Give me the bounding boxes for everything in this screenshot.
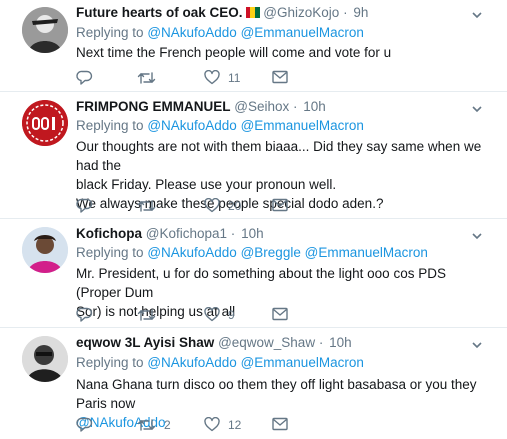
chevron-down-icon[interactable] <box>469 337 485 353</box>
chevron-down-icon[interactable] <box>469 7 485 23</box>
tweet-actions: 9 <box>76 307 356 325</box>
tweet[interactable]: Kofichopa @Kofichopa1 · 10h Replying to … <box>0 219 507 328</box>
retweet-button[interactable] <box>137 307 164 323</box>
display-name[interactable]: Future hearts of oak CEO. <box>76 5 243 20</box>
tweet-actions: 11 <box>76 70 356 88</box>
user-handle[interactable]: @GhizoKojo <box>263 5 339 20</box>
mention-link[interactable]: @EmmanuelMacron <box>241 118 364 133</box>
separator: · <box>343 5 348 20</box>
mention-link[interactable]: @NAkufoAddo <box>147 118 237 133</box>
retweet-count: 2 <box>164 418 171 432</box>
mention-link[interactable]: @EmmanuelMacron <box>305 245 428 260</box>
timestamp[interactable]: 10h <box>241 226 264 241</box>
replying-prefix: Replying to <box>76 245 144 260</box>
like-button[interactable]: 11 <box>204 70 240 85</box>
tweet-header: eqwow 3L Ayisi Shaw @eqwow_Shaw · 10h <box>76 335 352 350</box>
like-button[interactable]: 12 <box>204 417 241 432</box>
tweet[interactable]: FRIMPONG EMMANUEL @Seihox · 10h Replying… <box>0 92 507 219</box>
replying-to: Replying to @NAkufoAddo @EmmanuelMacron <box>76 355 364 370</box>
mention-link[interactable]: @NAkufoAddo <box>147 245 237 260</box>
tweet-header: FRIMPONG EMMANUEL @Seihox · 10h <box>76 99 326 114</box>
separator: · <box>293 99 298 114</box>
envelope-icon <box>272 70 288 84</box>
like-button[interactable]: 20 <box>204 198 241 213</box>
user-handle[interactable]: @Seihox <box>234 99 289 114</box>
direct-message-button[interactable] <box>272 70 288 84</box>
heart-icon <box>204 198 220 213</box>
retweet-button[interactable] <box>137 70 164 86</box>
tweet-text-line: black Friday. Please use your pronoun we… <box>76 177 337 192</box>
user-handle[interactable]: @Kofichopa1 <box>146 226 227 241</box>
tweet-actions: 2 12 <box>76 417 356 435</box>
tweet[interactable]: Future hearts of oak CEO. @GhizoKojo · 9… <box>0 0 507 92</box>
reply-button[interactable] <box>76 198 101 214</box>
tweet-text-line: Next time the French people will come an… <box>76 45 392 60</box>
separator: · <box>318 335 324 350</box>
reply-button[interactable] <box>76 307 101 323</box>
direct-message-button[interactable] <box>272 307 288 321</box>
replying-to: Replying to @NAkufoAddo @EmmanuelMacron <box>76 118 364 133</box>
display-name[interactable]: eqwow 3L Ayisi Shaw <box>76 335 214 350</box>
chevron-down-icon[interactable] <box>469 101 485 117</box>
tweet-text-line: Mr. President, u for do something about … <box>76 266 446 300</box>
like-count: 9 <box>228 307 235 322</box>
display-name[interactable]: Kofichopa <box>76 226 142 241</box>
user-handle[interactable]: @eqwow_Shaw <box>218 335 315 350</box>
reply-icon <box>76 198 93 213</box>
chevron-down-icon[interactable] <box>469 228 485 244</box>
ghana-flag-icon <box>245 6 260 18</box>
envelope-icon <box>272 198 288 212</box>
avatar[interactable] <box>22 100 68 146</box>
reply-button[interactable] <box>76 417 101 433</box>
tweet-text: Next time the French people will come an… <box>76 43 489 62</box>
direct-message-button[interactable] <box>272 417 288 431</box>
timestamp[interactable]: 10h <box>303 99 326 114</box>
replying-prefix: Replying to <box>76 25 144 40</box>
like-count: 20 <box>228 198 242 213</box>
mention-link[interactable]: @NAkufoAddo <box>147 25 237 40</box>
like-count: 12 <box>228 417 242 432</box>
reply-button[interactable] <box>76 70 101 86</box>
retweet-icon <box>137 419 156 431</box>
like-count: 11 <box>228 70 241 85</box>
avatar[interactable] <box>22 227 68 273</box>
avatar[interactable] <box>22 336 68 382</box>
separator: · <box>230 226 236 241</box>
timestamp[interactable]: 10h <box>329 335 352 350</box>
retweet-button[interactable] <box>137 198 164 214</box>
tweet[interactable]: eqwow 3L Ayisi Shaw @eqwow_Shaw · 10h Re… <box>0 328 507 439</box>
tweet-text-line: Nana Ghana turn disco oo them they off l… <box>76 377 477 411</box>
tweet-text-line: Our thoughts are not with them biaaa... … <box>76 139 482 173</box>
retweet-icon <box>137 72 156 84</box>
mention-link[interactable]: @EmmanuelMacron <box>241 355 364 370</box>
tweet-header: Kofichopa @Kofichopa1 · 10h <box>76 226 264 241</box>
tweet-feed: Future hearts of oak CEO. @GhizoKojo · 9… <box>0 0 507 439</box>
tweet-header: Future hearts of oak CEO. @GhizoKojo · 9… <box>76 5 368 20</box>
heart-icon <box>204 70 220 85</box>
mention-link[interactable]: @EmmanuelMacron <box>241 25 364 40</box>
heart-icon <box>204 417 220 432</box>
direct-message-button[interactable] <box>272 198 288 212</box>
envelope-icon <box>272 417 288 431</box>
replying-to: Replying to @NAkufoAddo @EmmanuelMacron <box>76 25 364 40</box>
retweet-icon <box>137 200 156 212</box>
timestamp[interactable]: 9h <box>353 5 368 20</box>
envelope-icon <box>272 307 288 321</box>
display-name[interactable]: FRIMPONG EMMANUEL <box>76 99 231 114</box>
reply-icon <box>76 417 93 432</box>
avatar[interactable] <box>22 7 68 53</box>
replying-prefix: Replying to <box>76 355 144 370</box>
retweet-button[interactable]: 2 <box>137 417 171 433</box>
reply-icon <box>76 307 93 322</box>
heart-icon <box>204 307 220 322</box>
mention-link[interactable]: @Breggle <box>241 245 301 260</box>
mention-link[interactable]: @NAkufoAddo <box>147 355 237 370</box>
retweet-icon <box>137 309 156 321</box>
replying-to: Replying to @NAkufoAddo @Breggle @Emmanu… <box>76 245 428 260</box>
tweet-actions: 20 <box>76 198 356 216</box>
replying-prefix: Replying to <box>76 118 144 133</box>
reply-icon <box>76 70 93 85</box>
like-button[interactable]: 9 <box>204 307 235 322</box>
